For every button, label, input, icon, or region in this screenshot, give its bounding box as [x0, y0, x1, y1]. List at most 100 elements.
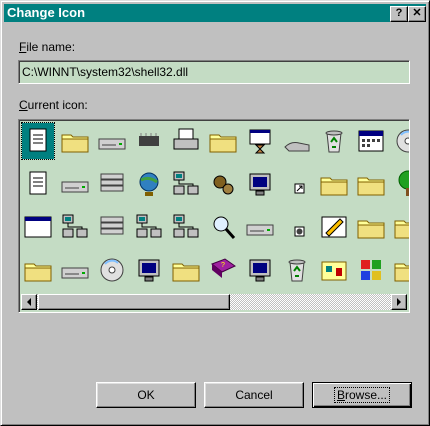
- icon-cell[interactable]: [59, 252, 91, 288]
- icon-cell[interactable]: [170, 209, 202, 245]
- icon-cell[interactable]: [355, 209, 387, 245]
- cancel-button[interactable]: Cancel: [204, 382, 304, 408]
- icon-cell[interactable]: [392, 123, 409, 159]
- icon-cell[interactable]: [22, 209, 54, 245]
- icon-cell[interactable]: [170, 166, 202, 202]
- svg-text:?: ?: [221, 262, 225, 269]
- network-computers-icon: [173, 171, 199, 195]
- window-icon: [24, 216, 52, 238]
- gears-icon: [213, 175, 234, 195]
- current-icon-label: Current icon:: [19, 98, 88, 112]
- title-bar[interactable]: Change Icon ? ✕: [4, 4, 426, 22]
- icon-cell[interactable]: [22, 252, 54, 288]
- ok-button[interactable]: OK: [96, 382, 196, 408]
- browse-label-rest: rowse...: [345, 388, 388, 402]
- current-icon-label-rest: urrent icon:: [27, 98, 88, 112]
- folder-computer-icon: [394, 220, 409, 239]
- icon-cell[interactable]: [170, 123, 202, 159]
- icon-cell[interactable]: [170, 252, 202, 288]
- arrow-right-icon: [397, 298, 401, 306]
- network-cable-icon: [136, 214, 162, 238]
- icon-cell[interactable]: [207, 166, 239, 202]
- icon-cell[interactable]: [281, 166, 313, 202]
- icon-cell[interactable]: [244, 252, 276, 288]
- icon-cell[interactable]: [207, 123, 239, 159]
- file-name-field[interactable]: C:\WINNT\system32\shell32.dll: [18, 60, 410, 84]
- icon-cell[interactable]: [244, 123, 276, 159]
- icon-cell[interactable]: [22, 166, 54, 202]
- recycle-bin-full-icon: [325, 130, 343, 153]
- tree-icon: [398, 170, 409, 196]
- icon-cell[interactable]: [318, 166, 350, 202]
- horizontal-scrollbar[interactable]: [21, 294, 407, 310]
- icon-cell[interactable]: [96, 166, 128, 202]
- icon-cell[interactable]: [392, 252, 409, 288]
- icon-cell[interactable]: [392, 166, 409, 202]
- icon-cell[interactable]: [96, 252, 128, 288]
- icon-cell[interactable]: [281, 123, 313, 159]
- icon-cell[interactable]: [318, 252, 350, 288]
- file-name-label: File name:: [19, 40, 76, 54]
- monitor-icon: [249, 173, 271, 196]
- icon-cell[interactable]: [318, 123, 350, 159]
- network-drive-icon: [61, 181, 89, 193]
- fonts-folder-icon: [357, 220, 385, 239]
- chip-icon: [139, 133, 159, 146]
- network-icon: [173, 214, 199, 238]
- computer-network-icon: [62, 214, 88, 238]
- star-folder-icon: [394, 263, 409, 282]
- close-button[interactable]: ✕: [408, 6, 426, 22]
- icon-cell[interactable]: [318, 209, 350, 245]
- icon-cell[interactable]: [133, 252, 165, 288]
- icon-cell[interactable]: [207, 209, 239, 245]
- drive-icon: [98, 138, 126, 150]
- control-panel-icon: [321, 261, 347, 281]
- scrollbar-thumb[interactable]: [38, 294, 230, 310]
- icon-cell[interactable]: [21, 122, 55, 160]
- icon-cell[interactable]: ?: [207, 252, 239, 288]
- icon-cell[interactable]: [59, 123, 91, 159]
- cd-audio-icon: [396, 129, 409, 153]
- folder-icon: [24, 263, 52, 282]
- drive-folder-icon: [357, 177, 385, 196]
- icon-cell[interactable]: [96, 123, 128, 159]
- icon-cell[interactable]: [355, 123, 387, 159]
- find-icon: [213, 216, 236, 239]
- icon-cell[interactable]: [355, 252, 387, 288]
- icon-cell[interactable]: [244, 166, 276, 202]
- icon-cell[interactable]: [59, 209, 91, 245]
- folder-open-icon: [209, 134, 237, 153]
- hourglass-app-icon: [249, 129, 271, 154]
- calendar-icon: [358, 130, 384, 152]
- windows-logo-icon: [361, 260, 381, 280]
- scroll-right-button[interactable]: [391, 294, 407, 310]
- globe-icon: [139, 172, 159, 196]
- server-disconnected-icon: [100, 216, 124, 235]
- cdrom-small-icon: [294, 226, 305, 237]
- text-doc-icon: [29, 171, 47, 195]
- icon-cell[interactable]: [281, 209, 313, 245]
- icon-cell[interactable]: [133, 123, 165, 159]
- browse-button[interactable]: Browse...: [312, 382, 412, 408]
- printer-icon: [173, 128, 199, 150]
- icon-cell[interactable]: [355, 166, 387, 202]
- icon-cell[interactable]: [392, 209, 409, 245]
- dialog-title: Change Icon: [7, 5, 86, 20]
- monitor-icon: [249, 259, 271, 282]
- icon-cell[interactable]: [133, 166, 165, 202]
- icon-cell[interactable]: [244, 209, 276, 245]
- icon-cell[interactable]: [59, 166, 91, 202]
- drive-arrow-icon: [246, 224, 274, 236]
- icon-cell[interactable]: [281, 252, 313, 288]
- shortcut-arrow-icon: [294, 183, 305, 194]
- help-button[interactable]: ?: [390, 6, 408, 22]
- cancel-label: Cancel: [235, 388, 273, 402]
- icon-list[interactable]: ?: [18, 119, 410, 313]
- cd-icon: [100, 258, 124, 282]
- file-name-label-rest: ile name:: [26, 40, 76, 54]
- scroll-left-button[interactable]: [21, 294, 37, 310]
- change-icon-dialog: Change Icon ? ✕ File name: C:\WINNT\syst…: [0, 0, 430, 426]
- folder-open-icon: [320, 177, 348, 196]
- icon-cell[interactable]: [96, 209, 128, 245]
- icon-cell[interactable]: [133, 209, 165, 245]
